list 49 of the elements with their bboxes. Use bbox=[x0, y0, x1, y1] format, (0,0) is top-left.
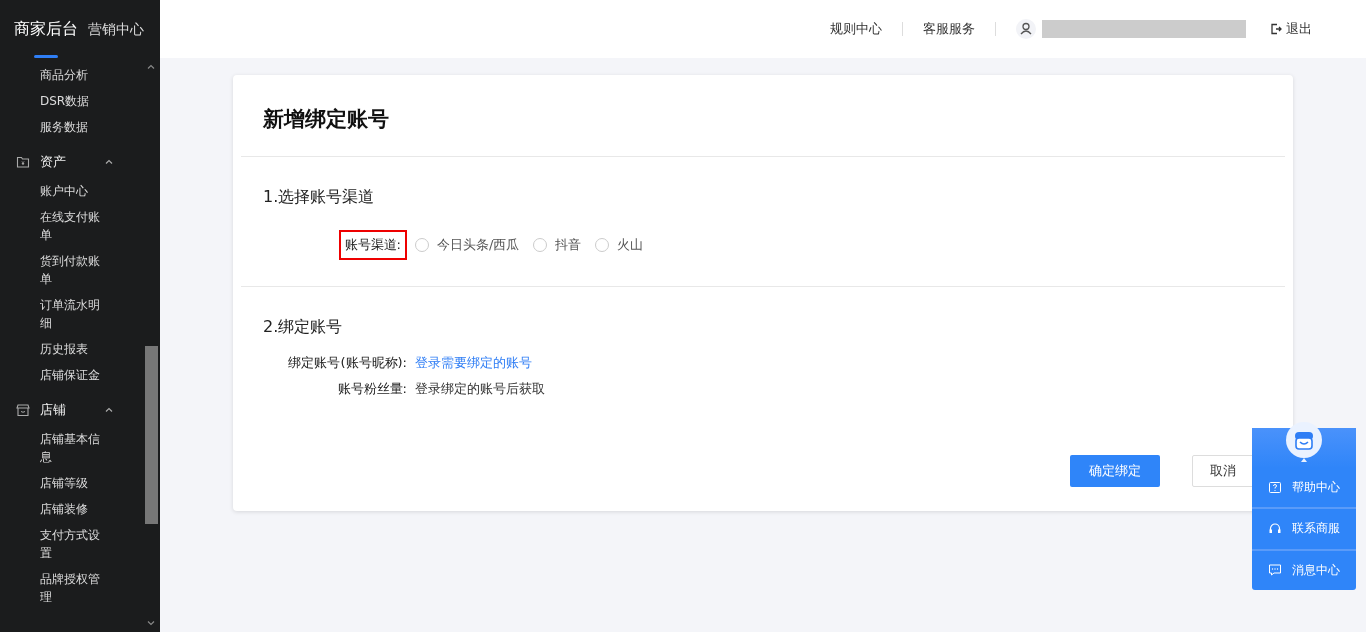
help-item[interactable]: 帮助中心 bbox=[1252, 468, 1356, 510]
sidebar-item[interactable]: 店铺基本信息 bbox=[40, 426, 104, 470]
logout-icon bbox=[1270, 23, 1282, 35]
login-link[interactable]: 登录需要绑定的账号 bbox=[415, 354, 532, 372]
sidebar-item[interactable]: 服务数据 bbox=[40, 114, 104, 140]
sidebar-item[interactable]: 店铺保证金 bbox=[40, 362, 104, 388]
header-link[interactable]: 客服服务 bbox=[903, 20, 995, 38]
radio-option[interactable]: 火山 bbox=[595, 236, 644, 254]
robot-icon[interactable] bbox=[1284, 420, 1324, 464]
chevron-icon[interactable] bbox=[104, 405, 114, 415]
field-value: 登录绑定的账号后获取 bbox=[415, 380, 545, 398]
help-item[interactable]: 联系商服 bbox=[1252, 509, 1356, 551]
sidebar-item[interactable]: 支付方式设置 bbox=[40, 522, 104, 566]
help-item[interactable]: 消息中心 bbox=[1252, 550, 1356, 590]
header-link[interactable]: 规则中心 bbox=[810, 20, 902, 38]
confirm-button[interactable]: 确定绑定 bbox=[1070, 455, 1160, 487]
folder-icon bbox=[16, 155, 30, 169]
sidebar-item[interactable]: 商品分析 bbox=[40, 62, 104, 88]
radio-option[interactable]: 今日头条/西瓜 bbox=[415, 236, 520, 254]
sidebar-item[interactable]: 历史报表 bbox=[40, 336, 104, 362]
sidebar-item[interactable]: 品牌授权管理 bbox=[40, 566, 104, 610]
radio-option[interactable]: 抖音 bbox=[533, 236, 582, 254]
section-title: 1.选择账号渠道 bbox=[263, 187, 376, 208]
sidebar-item[interactable]: 店铺装修 bbox=[40, 496, 104, 522]
field-label: 账号粉丝量: bbox=[337, 380, 407, 398]
field-label: 账号渠道: bbox=[338, 230, 407, 260]
chat-icon bbox=[1268, 563, 1282, 578]
sidebar-item[interactable]: 在线支付账单 bbox=[40, 204, 104, 248]
top-tab[interactable]: 营销中心 bbox=[88, 0, 144, 58]
question-icon bbox=[1268, 480, 1282, 495]
field-label: 绑定账号(账号昵称): bbox=[288, 354, 407, 372]
chevron-icon[interactable] bbox=[104, 157, 114, 167]
scroll-up-icon[interactable] bbox=[146, 62, 156, 72]
sidebar-item[interactable]: 订单流水明细 bbox=[40, 292, 104, 336]
sidebar-item[interactable]: 货到付款账单 bbox=[40, 248, 104, 292]
sidebar-item[interactable]: 店铺等级 bbox=[40, 470, 104, 496]
headset-icon bbox=[1268, 522, 1282, 536]
user-icon[interactable] bbox=[1016, 19, 1036, 39]
cancel-button[interactable]: 取消 bbox=[1192, 455, 1254, 487]
sidebar-group[interactable]: 资产 bbox=[40, 153, 100, 171]
sidebar-group[interactable]: 店铺 bbox=[40, 401, 100, 419]
sidebar-item[interactable]: DSR数据 bbox=[40, 88, 104, 114]
sidebar-item[interactable]: 账户中心 bbox=[40, 178, 104, 204]
logout-button[interactable]: 退出 bbox=[1270, 20, 1312, 38]
scroll-down-icon[interactable] bbox=[146, 618, 156, 628]
section-title: 2.绑定账号 bbox=[263, 317, 344, 338]
top-tab[interactable]: 商家后台 bbox=[14, 0, 78, 58]
store-icon bbox=[16, 403, 30, 417]
card-title: 新增绑定账号 bbox=[241, 75, 1285, 157]
